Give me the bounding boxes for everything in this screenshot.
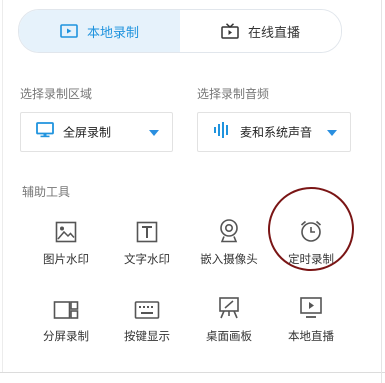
audio-select-value: 麦和系统声音 xyxy=(240,125,313,140)
mode-tabs: 本地录制 在线直播 xyxy=(18,9,342,53)
tool-label: 图片水印 xyxy=(43,252,89,266)
tv-icon xyxy=(221,23,239,39)
panel-right-border xyxy=(381,0,382,383)
easel-icon xyxy=(219,297,239,319)
record-icon xyxy=(60,24,78,38)
tool-label: 分屏录制 xyxy=(43,329,89,343)
keyboard-icon xyxy=(134,301,160,319)
webcam-icon xyxy=(220,219,238,243)
tab-local-record[interactable]: 本地录制 xyxy=(19,10,180,52)
tool-label: 嵌入摄像头 xyxy=(200,252,258,266)
text-icon xyxy=(136,221,158,243)
audio-wave-icon xyxy=(213,122,231,142)
tool-split-screen[interactable]: 分屏录制 xyxy=(26,294,106,344)
tool-image-watermark[interactable]: 图片水印 xyxy=(26,217,106,267)
panel-bottom-border xyxy=(0,372,385,373)
play-monitor-icon xyxy=(300,297,322,318)
tool-label: 文字水印 xyxy=(124,252,170,266)
tool-key-display[interactable]: 按键显示 xyxy=(107,294,187,344)
area-select[interactable]: 全屏录制 xyxy=(20,112,173,152)
tool-label: 桌面画板 xyxy=(206,329,252,343)
tool-webcam[interactable]: 嵌入摄像头 xyxy=(189,217,269,267)
chevron-down-icon xyxy=(327,130,337,136)
area-section-label: 选择录制区域 xyxy=(20,87,93,101)
tool-desktop-drawing-board[interactable]: 桌面画板 xyxy=(189,294,269,344)
tool-label: 本地直播 xyxy=(288,329,334,343)
tool-local-live[interactable]: 本地直播 xyxy=(271,294,351,344)
tool-text-watermark[interactable]: 文字水印 xyxy=(107,217,187,267)
audio-select[interactable]: 麦和系统声音 xyxy=(197,112,351,152)
audio-section-label: 选择录制音频 xyxy=(197,87,270,101)
tab-label: 在线直播 xyxy=(247,25,300,41)
tool-label: 按键显示 xyxy=(124,329,170,343)
split-screen-icon xyxy=(53,301,79,319)
tools-section-label: 辅助工具 xyxy=(22,185,71,199)
tab-live-stream[interactable]: 在线直播 xyxy=(180,10,341,52)
tab-label: 本地录制 xyxy=(86,25,139,41)
chevron-down-icon xyxy=(149,130,159,136)
area-select-value: 全屏录制 xyxy=(63,125,112,140)
image-icon xyxy=(55,221,77,243)
monitor-icon xyxy=(36,122,54,142)
